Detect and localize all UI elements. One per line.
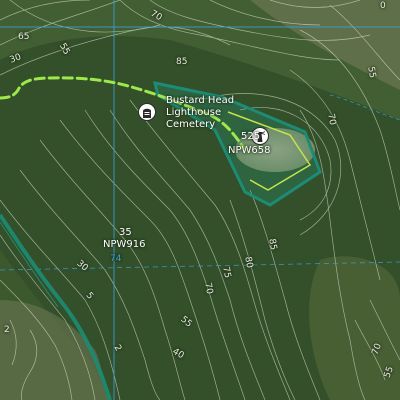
cemetery-label-line: Cemetery (166, 119, 216, 130)
reserve-code-label: NPW658 (228, 145, 271, 156)
contour-label: 70 (325, 112, 338, 126)
contour-label: 55 (365, 65, 378, 79)
cemetery-label-line: Bustard Head (166, 95, 235, 106)
contour-label: 2 (4, 325, 10, 335)
reserve-id-label: 525 (241, 131, 261, 142)
contour-label: 85 (176, 57, 188, 67)
contour-label: 70 (202, 281, 215, 295)
map-terrain (0, 0, 400, 400)
contour-label: 75 (220, 265, 233, 279)
reserve-code-label: NPW916 (103, 239, 146, 250)
contour-label: 80 (242, 255, 255, 269)
cemetery-label-line: Lighthouse (166, 107, 222, 118)
map-view[interactable]: 70 65 55 30 85 70 55 75 80 85 70 30 5 74… (0, 0, 400, 400)
contour-label: 85 (266, 237, 279, 251)
cemetery-label[interactable]: Bustard Head Lighthouse Cemetery (166, 95, 234, 131)
reserve-id-label: 35 (119, 227, 132, 238)
headstone-icon[interactable] (138, 103, 156, 121)
contour-label: 0 (380, 1, 386, 11)
contour-label: 65 (18, 32, 30, 42)
hillside-area (309, 256, 400, 400)
contour-label: 74 (110, 254, 122, 264)
